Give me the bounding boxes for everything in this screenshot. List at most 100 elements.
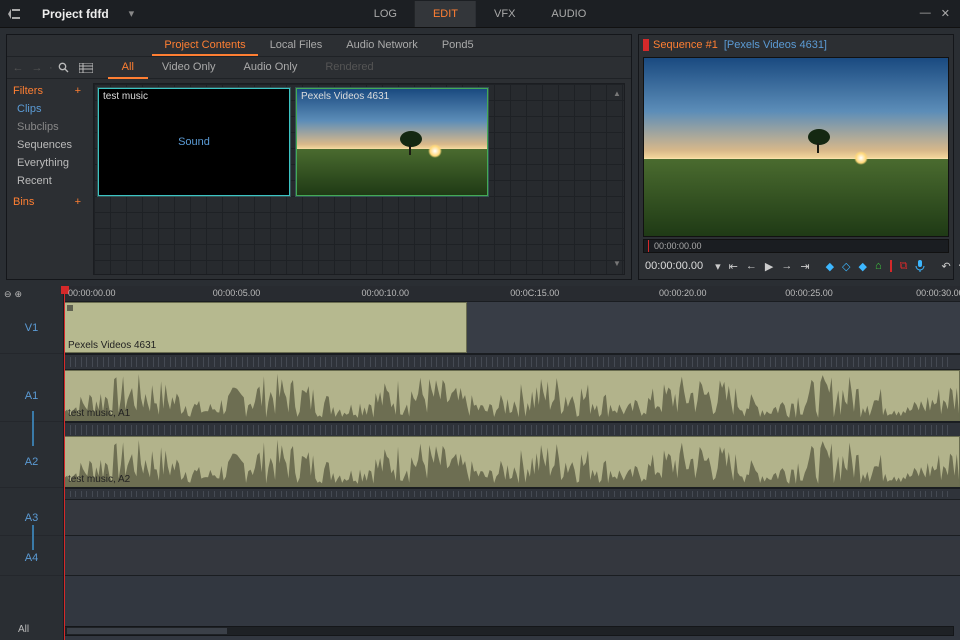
tab-vfx[interactable]: VFX [476,1,533,27]
clip-sound-label: Sound [178,136,210,148]
scroll-up-icon[interactable]: ▲ [613,90,621,98]
zoom-out-icon[interactable]: ⊖ [4,289,12,300]
filter-all[interactable]: All [108,57,148,79]
tab-local-files[interactable]: Local Files [258,35,335,56]
thumbnail-image [297,89,487,195]
media-source-tabs: Project Contents Local Files Audio Netwo… [7,35,631,57]
time-ruler[interactable]: 00:00:00.00 00:00:05.00 00:00:10.00 00:0… [64,286,960,302]
transport-dropdown-icon[interactable]: ▾ [715,260,721,273]
tab-pond5[interactable]: Pond5 [430,35,486,56]
filter-rendered[interactable]: Rendered [311,57,387,79]
scrollbar-thumb[interactable] [67,628,227,634]
video-clip[interactable]: Pexels Videos 4631 [64,302,467,353]
project-name[interactable]: Project fdfd [28,7,123,21]
view-mode-icon[interactable] [79,63,95,73]
sidebar-item-recent[interactable]: Recent [13,172,81,190]
tab-log[interactable]: LOG [356,1,415,27]
tab-audio-network[interactable]: Audio Network [334,35,430,56]
track-label: A4 [25,552,38,564]
audio-clip-a1[interactable]: test music, A1 [64,370,960,421]
audio-ruler-1 [64,354,960,370]
media-panel: Project Contents Local Files Audio Netwo… [6,34,632,280]
mark-in-icon[interactable]: ◆ [826,260,834,273]
track-head-a4[interactable]: A4 [0,540,63,576]
search-icon[interactable] [58,62,74,73]
scrub-bar[interactable]: 00:00:00.00 [643,239,949,253]
ruler-tick: 00:00:30.00 [916,288,960,298]
sequence-header: Sequence #1 [Pexels Videos 4631] [639,35,953,55]
sidebar-item-everything[interactable]: Everything [13,154,81,172]
scroll-down-icon[interactable]: ▼ [613,260,621,268]
play-icon[interactable]: ▶ [765,260,773,273]
clip-label: test music, A2 [68,474,130,485]
tab-edit[interactable]: EDIT [415,1,476,27]
track-a4[interactable] [64,540,960,576]
sidebar-item-clips[interactable]: Clips [13,100,81,118]
track-head-a1[interactable]: A1 [0,370,63,422]
overwrite-icon[interactable]: ⧉ [900,260,908,273]
track-a1[interactable]: test music, A1 [64,370,960,422]
clip-handle-icon[interactable] [67,305,73,311]
add-filter-icon[interactable]: + [75,85,81,97]
nav-fwd-icon[interactable]: → [30,62,44,74]
ruler-tick: 00:00:20.00 [659,288,707,298]
clip-label: test music, A1 [68,408,130,419]
mark-clip-icon[interactable]: ◇ [842,260,850,273]
scrub-timecode: 00:00:00.00 [654,241,702,251]
close-icon[interactable]: ✕ [941,7,950,20]
track-label: A2 [25,456,38,468]
preview-monitor[interactable] [643,57,949,237]
thumb-scrollbar[interactable]: ▲ ▼ [613,90,621,268]
clip-title: Pexels Videos 4631 [297,89,487,104]
bins-label: Bins [13,196,34,208]
media-sidebar: Filters + Clips Subclips Sequences Every… [7,79,87,279]
tab-audio[interactable]: AUDIO [533,1,604,27]
clip-thumbnail-audio[interactable]: test music Sound [98,88,290,196]
clip-label: Pexels Videos 4631 [68,340,156,351]
sidebar-item-subclips[interactable]: Subclips [13,118,81,136]
nav-back-icon[interactable]: ← [11,62,25,74]
track-head-a2[interactable]: A2 [0,436,63,488]
sidebar-item-sequences[interactable]: Sequences [13,136,81,154]
clip-thumbnail-video[interactable]: Pexels Videos 4631 [296,88,488,196]
waveform [65,371,959,421]
timeline-body[interactable]: 00:00:00.00 00:00:05.00 00:00:10.00 00:0… [64,286,960,640]
minimize-icon[interactable]: — [920,7,931,20]
filter-audio-only[interactable]: Audio Only [230,57,312,79]
ruler-tick: 00:00:00.00 [68,288,116,298]
track-v1[interactable]: Pexels Videos 4631 [64,302,960,354]
thumbnail-grid[interactable]: test music Sound Pexels Videos 4631 ▲ ▼ [93,83,625,275]
step-back-icon[interactable]: ← [746,260,757,272]
step-fwd-icon[interactable]: → [781,260,792,272]
track-label: V1 [25,322,38,334]
ruler-tick: 00:0C:15.00 [510,288,559,298]
goto-end-icon[interactable]: ⇥ [800,260,809,273]
timecode-display[interactable]: 00:00:00.00 [645,260,703,272]
playhead-line[interactable] [64,286,65,640]
nav-separator: · [49,62,53,74]
tab-project-contents[interactable]: Project Contents [152,35,257,56]
track-a2[interactable]: test music, A2 [64,436,960,488]
add-bin-icon[interactable]: + [75,196,81,208]
insert-icon[interactable] [890,260,892,272]
undo-icon[interactable]: ↶ [941,260,950,273]
filter-video-only[interactable]: Video Only [148,57,230,79]
timeline-scrollbar[interactable] [64,626,954,636]
track-label: A3 [25,512,38,524]
track-head-v1[interactable]: V1 [0,302,63,354]
track-a3[interactable] [64,500,960,536]
ruler-tick: 00:00:05.00 [213,288,261,298]
audio-clip-a2[interactable]: test music, A2 [64,436,960,487]
scrub-playhead[interactable] [648,240,649,252]
zoom-in-icon[interactable]: ⊕ [15,289,23,300]
track-selector-all[interactable]: All [18,624,29,635]
add-marker-icon[interactable]: ⌂ [875,260,882,272]
goto-start-icon[interactable]: ⇤ [729,260,738,273]
media-nav-row: ← → · All Video Only Audio Only Rendered [7,57,631,79]
mark-out-icon[interactable]: ◆ [859,260,867,273]
back-icon[interactable] [0,7,28,21]
project-dropdown-icon[interactable]: ▾ [123,7,141,20]
ruler-tick: 00:00:10.00 [361,288,409,298]
voiceover-icon[interactable] [915,260,925,272]
sequence-name[interactable]: Sequence #1 [653,39,718,51]
